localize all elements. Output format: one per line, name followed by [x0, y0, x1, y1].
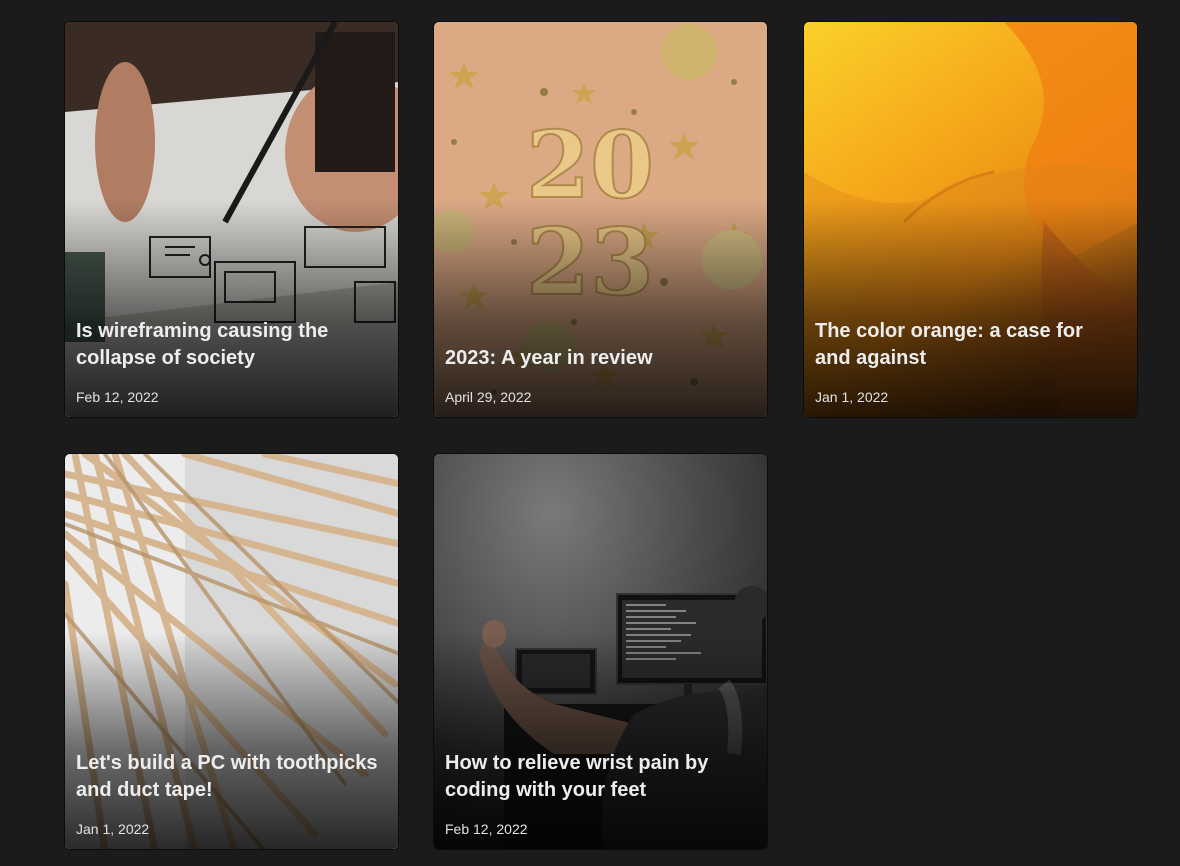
- post-date: Jan 1, 2022: [815, 389, 889, 405]
- post-grid: Is wireframing causing the collapse of s…: [0, 0, 1180, 866]
- post-title[interactable]: 2023: A year in review: [445, 345, 753, 372]
- post-title[interactable]: How to relieve wrist pain by coding with…: [445, 750, 753, 804]
- post-card-toothpick-pc[interactable]: Let's build a PC with toothpicks and duc…: [64, 453, 399, 850]
- post-card-color-orange[interactable]: The color orange: a case for and against…: [803, 21, 1138, 418]
- post-card-wrist-pain[interactable]: How to relieve wrist pain by coding with…: [433, 453, 768, 850]
- post-date: April 29, 2022: [445, 389, 532, 405]
- post-title[interactable]: Let's build a PC with toothpicks and duc…: [76, 750, 384, 804]
- post-card-wireframing[interactable]: Is wireframing causing the collapse of s…: [64, 21, 399, 418]
- post-title[interactable]: Is wireframing causing the collapse of s…: [76, 318, 384, 372]
- post-date: Jan 1, 2022: [76, 821, 150, 837]
- post-card-year-review[interactable]: 20 23 2023: A year in review April 29, 2…: [433, 21, 768, 418]
- post-date: Feb 12, 2022: [445, 821, 528, 837]
- post-title[interactable]: The color orange: a case for and against: [815, 318, 1123, 372]
- post-date: Feb 12, 2022: [76, 389, 159, 405]
